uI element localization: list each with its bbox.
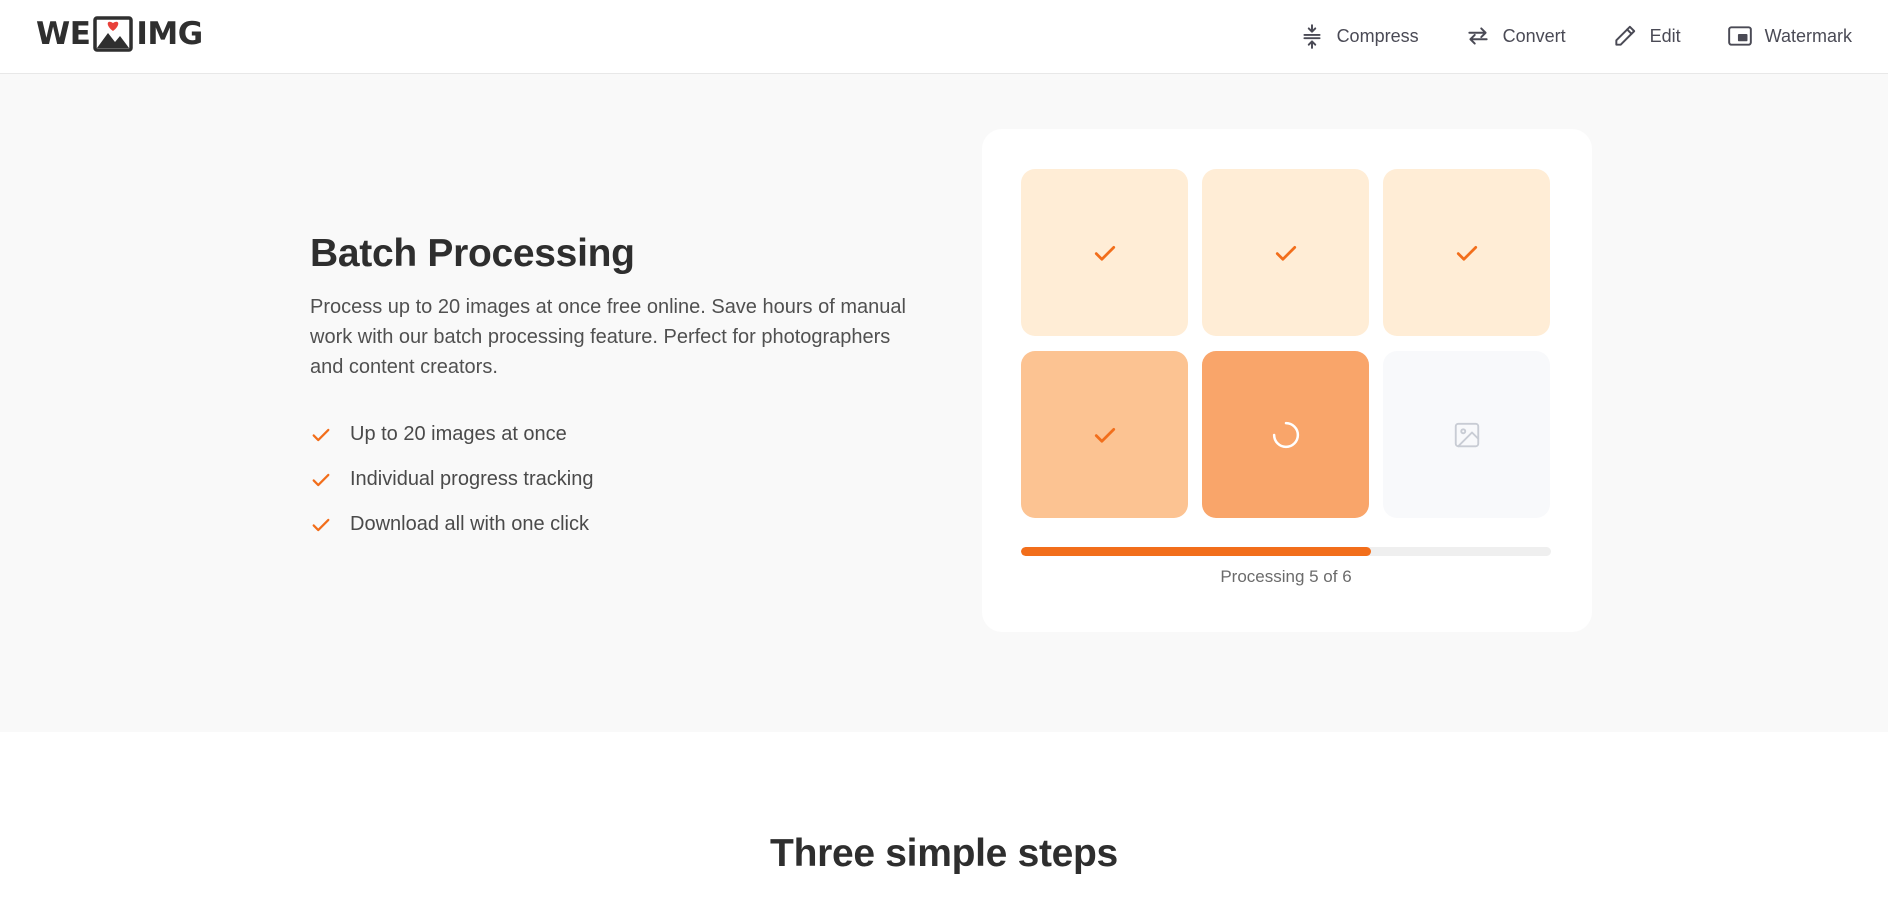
site-header: WE IMG Compress Convert Edit Watermark: [0, 0, 1888, 74]
nav-convert[interactable]: Convert: [1465, 23, 1566, 49]
compress-icon: [1303, 24, 1321, 49]
batch-progress-bar: [1021, 547, 1551, 556]
main-nav: Compress Convert Edit Watermark: [1253, 0, 1852, 72]
check-icon: [1456, 245, 1477, 261]
image-heart-icon: [93, 16, 134, 52]
convert-icon: [1467, 27, 1488, 45]
logo-text-we: WE: [36, 16, 91, 52]
nav-compress-label: Compress: [1336, 25, 1419, 46]
batch-feature-section: Batch Processing Process up to 20 images…: [0, 74, 1888, 732]
nav-edit[interactable]: Edit: [1612, 23, 1681, 49]
feature-description: Process up to 20 images at once free onl…: [310, 296, 906, 378]
image-icon: [1454, 422, 1479, 447]
logo[interactable]: WE IMG: [36, 14, 203, 54]
list-item-label: Individual progress tracking: [350, 468, 594, 490]
list-item: Up to 20 images at once: [310, 412, 593, 457]
check-icon: [1094, 245, 1115, 261]
batch-progress-fill: [1021, 547, 1371, 556]
spinner-icon: [1272, 421, 1299, 448]
image-tile-processing: [1202, 351, 1369, 518]
check-icon: [312, 473, 330, 486]
feature-list: Up to 20 images at once Individual progr…: [310, 412, 593, 547]
list-item-label: Up to 20 images at once: [350, 423, 567, 445]
feature-title: Batch Processing: [310, 232, 635, 275]
nav-edit-label: Edit: [1649, 25, 1681, 46]
pencil-icon: [1614, 25, 1635, 46]
watermark-icon: [1727, 26, 1752, 46]
list-item: Individual progress tracking: [310, 457, 593, 502]
batch-preview-card: Processing 5 of 6: [982, 129, 1592, 632]
logo-text-img: IMG: [136, 16, 203, 52]
batch-progress-text: Processing 5 of 6: [1220, 567, 1352, 586]
image-tile-done: [1021, 351, 1188, 518]
list-item: Download all with one click: [310, 502, 593, 547]
image-tile-done: [1202, 169, 1369, 336]
image-tile-pending: [1383, 351, 1550, 518]
nav-compress[interactable]: Compress: [1299, 23, 1419, 49]
image-tile-done: [1021, 169, 1188, 336]
steps-section-title: Three simple steps: [770, 832, 1118, 875]
nav-watermark-label: Watermark: [1764, 25, 1852, 46]
image-tile-done: [1383, 169, 1550, 336]
check-icon: [312, 518, 330, 531]
check-icon: [1094, 427, 1115, 443]
nav-convert-label: Convert: [1502, 25, 1566, 46]
nav-watermark[interactable]: Watermark: [1727, 23, 1852, 49]
check-icon: [1275, 245, 1296, 261]
list-item-label: Download all with one click: [350, 513, 590, 535]
check-icon: [312, 428, 330, 441]
